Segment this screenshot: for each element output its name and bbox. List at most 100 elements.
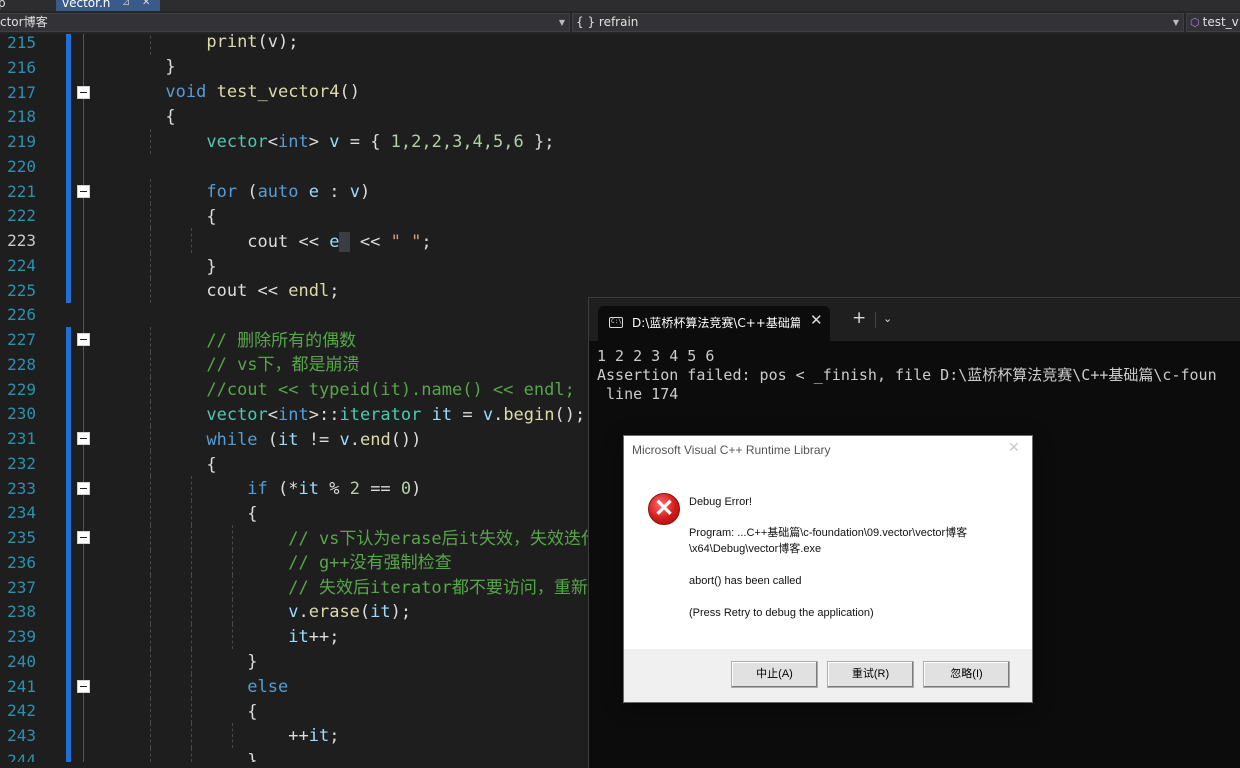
console-tab[interactable]: C:\ D:\蓝桥杯算法竞赛\C++基础篇 ✕ bbox=[598, 306, 830, 341]
code-line-218: { bbox=[165, 107, 176, 127]
close-icon[interactable]: ✕ bbox=[142, 0, 150, 11]
line-number: 240 bbox=[7, 651, 36, 671]
change-marker bbox=[66, 34, 71, 55]
change-marker bbox=[66, 549, 71, 575]
change-marker bbox=[66, 525, 71, 550]
change-marker bbox=[66, 698, 71, 724]
dialog-program-line: \x64\Debug\vector博客.exe bbox=[689, 543, 822, 555]
navigation-bar: ctor博客 ▼ { } refrain ▼ ⬡ test_v bbox=[0, 11, 1240, 35]
editor-line-row: 220 bbox=[0, 153, 1240, 179]
code-line-233: if (*it % 2 == 0) bbox=[247, 479, 422, 499]
member-dropdown[interactable]: ⬡ test_v bbox=[1186, 13, 1240, 32]
collapse-icon[interactable] bbox=[77, 481, 90, 495]
line-number: 242 bbox=[7, 701, 36, 721]
line-number: 223 bbox=[7, 231, 36, 250]
collapse-icon[interactable] bbox=[77, 432, 90, 445]
line-number: 241 bbox=[7, 676, 36, 696]
change-marker bbox=[66, 500, 71, 526]
code-line-243: ++it; bbox=[288, 726, 340, 746]
member-dropdown-value: test_v bbox=[1202, 15, 1239, 29]
line-number: 233 bbox=[7, 478, 36, 498]
tab-previous-file[interactable]: p bbox=[0, 0, 50, 11]
line-number: 226 bbox=[7, 305, 36, 325]
change-marker bbox=[66, 228, 71, 253]
code-line-222: { bbox=[206, 207, 217, 227]
code-line-232: { bbox=[206, 455, 217, 475]
change-marker bbox=[66, 54, 71, 80]
scope-dropdown[interactable]: { } refrain ▼ bbox=[572, 13, 1184, 32]
line-number: 244 bbox=[7, 750, 36, 762]
change-marker bbox=[66, 153, 71, 179]
code-line-239: it++; bbox=[288, 627, 340, 647]
code-line-224: } bbox=[206, 257, 217, 277]
change-marker bbox=[66, 426, 71, 451]
line-number: 239 bbox=[7, 627, 36, 646]
chevron-down-icon: ▼ bbox=[1172, 18, 1179, 27]
code-line-223: cout << e << " "; bbox=[247, 232, 432, 252]
pin-icon[interactable]: ⊿ bbox=[122, 0, 130, 11]
change-marker bbox=[66, 203, 71, 229]
dialog-footer: 中止(A) 重试(R) 忽略(I) bbox=[624, 649, 1032, 702]
change-marker bbox=[66, 673, 71, 699]
line-number: 221 bbox=[7, 181, 36, 201]
retry-button[interactable]: 重试(R) bbox=[827, 661, 914, 688]
code-line-238: v.erase(it); bbox=[288, 602, 412, 622]
change-marker bbox=[66, 475, 71, 501]
code-line-244: } bbox=[247, 751, 258, 762]
code-line-241: else bbox=[247, 677, 289, 697]
close-icon[interactable]: ✕ bbox=[1008, 439, 1020, 456]
chevron-down-icon: ▼ bbox=[558, 18, 565, 27]
line-number: 216 bbox=[7, 57, 36, 77]
line-number: 236 bbox=[7, 552, 36, 572]
line-number: 234 bbox=[7, 503, 36, 523]
line-number: 220 bbox=[7, 156, 36, 176]
code-line-228: // vs下，都是崩溃 bbox=[206, 355, 360, 375]
line-number: 237 bbox=[7, 577, 36, 597]
code-line-216: } bbox=[165, 57, 176, 77]
code-line-242: { bbox=[247, 702, 258, 722]
tab-vector-h[interactable]: vector.h ⊿ ✕ bbox=[56, 0, 160, 11]
change-marker bbox=[66, 178, 71, 204]
code-line-229: //cout << typeid(it).name() << endl; bbox=[206, 380, 575, 400]
dialog-heading: Debug Error! bbox=[689, 496, 752, 508]
change-marker bbox=[66, 401, 71, 427]
console-output-line: Assertion failed: pos < _finish, file D:… bbox=[597, 366, 1217, 384]
editor-line-row: 216 bbox=[0, 54, 1240, 80]
line-number: 238 bbox=[7, 602, 36, 622]
close-icon[interactable]: ✕ bbox=[810, 311, 823, 329]
change-marker bbox=[66, 79, 71, 105]
code-line-219: vector<int> v = { 1,2,2,3,4,5,6 }; bbox=[206, 132, 555, 152]
change-marker bbox=[66, 747, 71, 762]
new-tab-button[interactable]: + bbox=[852, 310, 866, 327]
project-dropdown-value: ctor博客 bbox=[0, 15, 48, 29]
ignore-button[interactable]: 忽略(I) bbox=[923, 661, 1010, 688]
editor-tab-strip: p vector.h ⊿ ✕ bbox=[0, 0, 1240, 11]
line-number: 219 bbox=[7, 132, 36, 151]
line-number: 231 bbox=[7, 429, 36, 448]
line-number: 227 bbox=[7, 330, 36, 349]
change-marker bbox=[66, 648, 71, 674]
collapse-icon[interactable] bbox=[77, 333, 90, 346]
collapse-icon[interactable] bbox=[77, 679, 90, 693]
dialog-title: Microsoft Visual C++ Runtime Library bbox=[632, 443, 831, 457]
change-marker bbox=[66, 723, 71, 748]
code-line-225: cout << endl; bbox=[206, 281, 340, 301]
runtime-error-dialog: Microsoft Visual C++ Runtime Library ✕ ✕… bbox=[623, 435, 1033, 703]
code-line-235: // vs下认为erase后it失效，失效迭代 bbox=[288, 529, 599, 549]
abort-button[interactable]: 中止(A) bbox=[731, 661, 818, 688]
project-dropdown[interactable]: ctor博客 ▼ bbox=[0, 13, 570, 32]
chevron-down-icon[interactable]: ⌄ bbox=[883, 312, 892, 325]
code-line-237: // 失效后iterator都不要访问，重新 bbox=[288, 578, 588, 598]
collapse-icon[interactable] bbox=[77, 531, 90, 544]
console-output-line: 1 2 2 3 4 5 6 bbox=[597, 347, 715, 365]
line-number: 218 bbox=[7, 107, 36, 127]
dialog-program-line: Program: ...C++基础篇\c-foundation\09.vecto… bbox=[689, 527, 968, 539]
change-marker bbox=[66, 599, 71, 625]
dialog-hint: (Press Retry to debug the application) bbox=[689, 607, 874, 619]
collapse-icon[interactable] bbox=[77, 184, 90, 198]
collapse-icon[interactable] bbox=[77, 85, 90, 99]
tab-label: vector.h bbox=[62, 0, 111, 10]
change-marker bbox=[66, 574, 71, 600]
separator bbox=[875, 312, 876, 328]
code-line-215: print(v); bbox=[206, 34, 299, 52]
